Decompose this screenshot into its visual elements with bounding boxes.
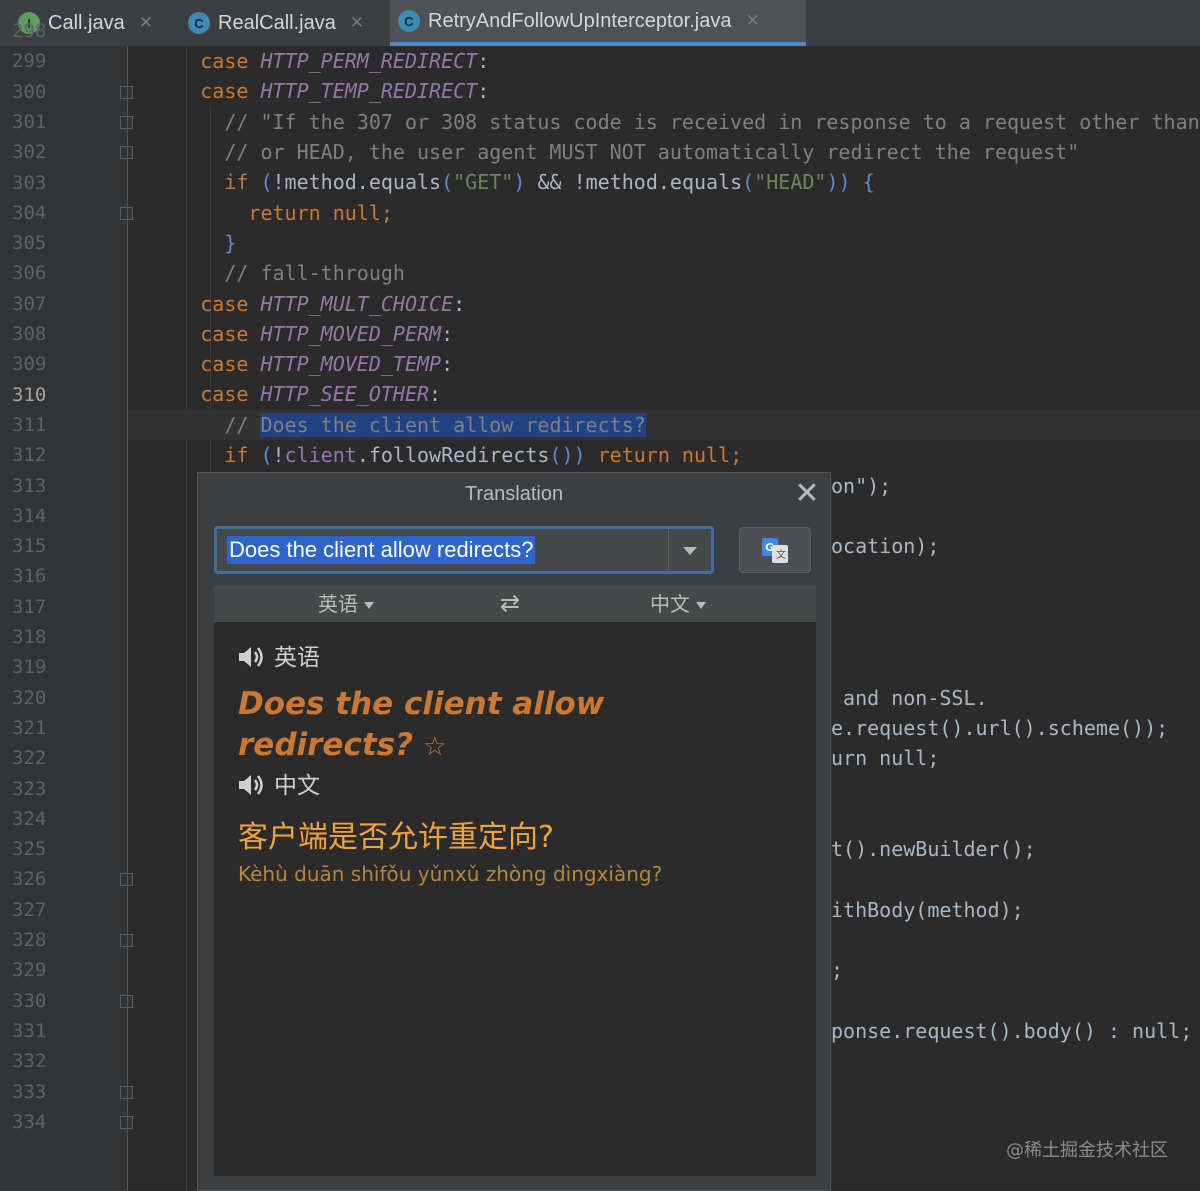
line-number: 305 xyxy=(12,228,72,258)
line-number: 333 xyxy=(12,1077,72,1107)
line-number: 322 xyxy=(12,743,72,773)
line-number: 300 xyxy=(12,77,72,107)
line-number: 309 xyxy=(12,349,72,379)
line-number: 312 xyxy=(12,440,72,470)
chevron-down-icon xyxy=(696,602,706,609)
line-number: 320 xyxy=(12,683,72,713)
line-number: 313 xyxy=(12,471,72,501)
code-line: case HTTP_MULT_CHOICE: xyxy=(128,289,1200,319)
watermark-text: @稀土掘金技术社区 xyxy=(1006,1136,1168,1162)
code-line: case HTTP_MOVED_TEMP: xyxy=(128,349,1200,379)
code-peek-fragment: ocation); xyxy=(831,531,939,561)
line-number: 325 xyxy=(12,834,72,864)
line-number: 321 xyxy=(12,713,72,743)
close-icon[interactable]: ✕ xyxy=(139,13,153,33)
code-peek-fragment: ithBody(method); xyxy=(831,895,1024,925)
speaker-icon[interactable] xyxy=(238,774,266,796)
close-icon[interactable]: ✕ xyxy=(792,477,822,511)
line-number: 331 xyxy=(12,1016,72,1046)
line-number: 307 xyxy=(12,289,72,319)
tab-retryandfollowupinterceptor-java[interactable]: C RetryAndFollowUpInterceptor.java ✕ xyxy=(390,0,806,46)
tab-label: RetryAndFollowUpInterceptor.java xyxy=(428,10,731,33)
chevron-down-icon xyxy=(364,602,374,609)
tab-realcall-java[interactable]: C RealCall.java ✕ xyxy=(180,0,386,46)
line-number: 310 xyxy=(12,380,72,410)
line-number: 326 xyxy=(12,864,72,894)
line-number-gutter: 2982993003013023033043053063073083093103… xyxy=(0,46,128,1191)
line-number: 324 xyxy=(12,804,72,834)
line-number: 319 xyxy=(12,652,72,682)
source-result-label: 英语 xyxy=(238,642,320,674)
line-number: 316 xyxy=(12,561,72,591)
code-peek-fragment: urn null; xyxy=(831,743,939,773)
code-line: // fall-through xyxy=(128,258,1200,288)
line-number: 303 xyxy=(12,168,72,198)
source-language-select[interactable]: 英语 xyxy=(318,586,374,622)
svg-text:文: 文 xyxy=(776,548,786,561)
code-line: case HTTP_MOVED_PERM: xyxy=(128,319,1200,349)
close-icon[interactable]: ✕ xyxy=(745,11,759,31)
code-line: case HTTP_PERM_REDIRECT: xyxy=(128,46,1200,76)
line-number: 334 xyxy=(12,1107,72,1137)
translation-result-panel: 英语 Does the client allow redirects?☆ 中文 … xyxy=(214,622,816,1176)
line-number: 323 xyxy=(12,774,72,804)
translation-input[interactable]: Does the client allow redirects? xyxy=(214,526,714,574)
class-icon: C xyxy=(398,10,420,32)
code-peek-fragment: and non-SSL. xyxy=(831,683,988,713)
target-language-select[interactable]: 中文 xyxy=(650,586,706,622)
line-number: 299 xyxy=(12,46,72,76)
swap-icon: ⇄ xyxy=(500,589,520,617)
line-number: 315 xyxy=(12,531,72,561)
swap-languages-button[interactable]: ⇄ xyxy=(500,586,520,622)
code-line: if (!method.equals("GET") && !method.equ… xyxy=(128,167,1200,197)
target-result-label: 中文 xyxy=(238,770,320,802)
line-number: 304 xyxy=(12,198,72,228)
line-number: 318 xyxy=(12,622,72,652)
code-peek-fragment: t().newBuilder(); xyxy=(831,834,1036,864)
line-number: 298 xyxy=(12,16,72,46)
source-text: Does the client allow redirects?☆ xyxy=(238,684,658,768)
code-line-current: // Does the client allow redirects? xyxy=(128,410,1200,440)
class-icon: C xyxy=(188,12,210,34)
code-line: // or HEAD, the user agent MUST NOT auto… xyxy=(128,137,1200,167)
close-icon[interactable]: ✕ xyxy=(350,13,364,33)
line-number: 330 xyxy=(12,986,72,1016)
editor-tab-bar: I Call.java ✕ C RealCall.java ✕ C RetryA… xyxy=(0,0,1200,47)
translation-popup[interactable]: Translation ✕ Does the client allow redi… xyxy=(197,472,831,1191)
popup-title: Translation xyxy=(198,473,830,515)
code-line: case HTTP_SEE_OTHER: xyxy=(128,379,1200,409)
line-number: 332 xyxy=(12,1046,72,1076)
tab-label: RealCall.java xyxy=(218,12,336,35)
line-number: 302 xyxy=(12,137,72,167)
line-number: 306 xyxy=(12,258,72,288)
line-number: 327 xyxy=(12,895,72,925)
star-icon[interactable]: ☆ xyxy=(423,732,446,762)
speaker-icon[interactable] xyxy=(238,646,266,668)
language-selector-bar: 英语 ⇄ 中文 xyxy=(214,586,816,622)
code-peek-fragment: on"); xyxy=(831,471,891,501)
code-line: // "If the 307 or 308 status code is rec… xyxy=(128,107,1200,137)
line-number: 308 xyxy=(12,319,72,349)
code-line: } xyxy=(128,228,1200,258)
google-translate-button[interactable]: G 文 xyxy=(739,527,811,573)
translation-input-value[interactable]: Does the client allow redirects? xyxy=(227,536,535,564)
code-line: case HTTP_TEMP_REDIRECT: xyxy=(128,76,1200,106)
chevron-down-icon[interactable] xyxy=(668,529,711,571)
translated-text: 客户端是否允许重定向? xyxy=(238,812,554,856)
code-peek-fragment: ponse.request().body() : null; xyxy=(831,1016,1192,1046)
code-line: if (!client.followRedirects()) return nu… xyxy=(128,440,1200,470)
line-number: 314 xyxy=(12,501,72,531)
code-peek-fragment: ; xyxy=(831,955,843,985)
code-peek-fragment: e.request().url().scheme()); xyxy=(831,713,1168,743)
line-number: 329 xyxy=(12,955,72,985)
line-number: 301 xyxy=(12,107,72,137)
pinyin-text: Kèhù duān shìfǒu yǔnxǔ zhòng dìngxiàng? xyxy=(238,862,662,886)
line-number: 311 xyxy=(12,410,72,440)
line-number: 328 xyxy=(12,925,72,955)
code-line: return null; xyxy=(128,198,1200,228)
google-translate-icon: G 文 xyxy=(762,538,790,564)
line-number: 317 xyxy=(12,592,72,622)
